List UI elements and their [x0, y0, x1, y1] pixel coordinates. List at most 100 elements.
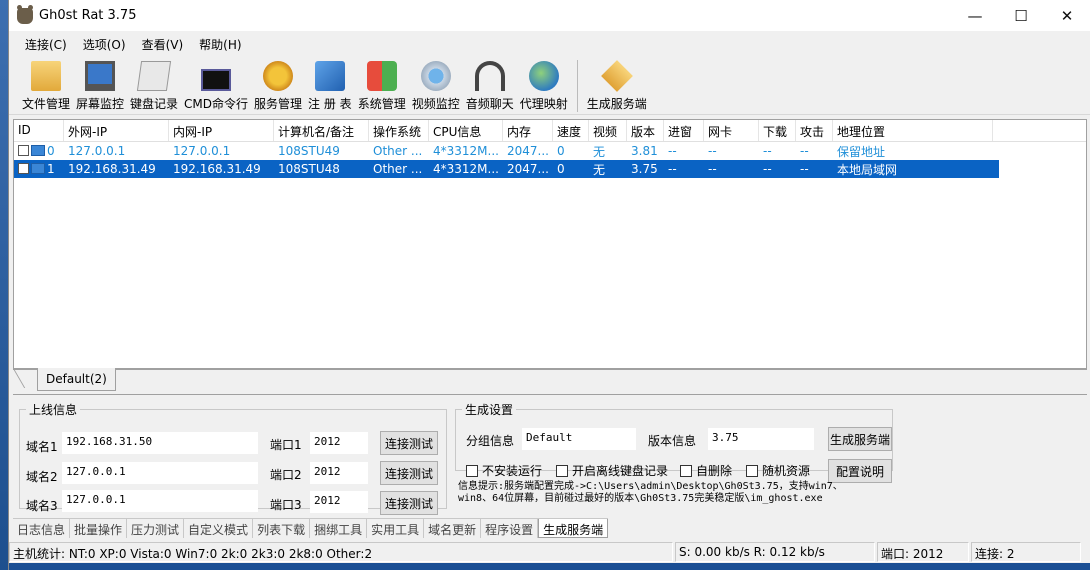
computer-icon	[31, 145, 45, 156]
port2-label: 端口2	[270, 468, 302, 482]
random-resource-checkbox[interactable]: 随机资源	[746, 462, 810, 479]
host-list[interactable]: ID 外网-IP 内网-IP 计算机名/备注 操作系统 CPU信息 内存 速度 …	[13, 119, 1087, 369]
proxy-map-button[interactable]: 代理映射	[517, 57, 571, 115]
col-video[interactable]: 视频	[589, 120, 627, 141]
table-row[interactable]: 0 127.0.0.1 127.0.0.1 108STU49 Other ...…	[14, 142, 1086, 160]
status-connections: 连接: 2	[971, 542, 1081, 562]
group-info-field[interactable]: Default	[522, 428, 636, 450]
col-lan-ip[interactable]: 内网-IP	[169, 120, 274, 141]
menu-help[interactable]: 帮助(H)	[191, 33, 249, 55]
cell-cpu: 4*3312M...	[433, 162, 499, 176]
cell-lan-ip: 192.168.31.49	[173, 162, 261, 176]
tab-settings[interactable]: 程序设置	[481, 519, 539, 538]
build-settings-group: 生成设置 分组信息 Default 版本信息 3.75 生成服务端 不安装运行 …	[455, 401, 893, 483]
build-settings-legend: 生成设置	[465, 403, 514, 417]
maximize-icon[interactable]: ☐	[998, 0, 1044, 31]
version-info-label: 版本信息	[648, 434, 697, 448]
col-location[interactable]: 地理位置	[833, 120, 993, 141]
domain2-label: 域名2	[26, 470, 58, 484]
screen-monitor-button[interactable]: 屏幕监控	[73, 57, 127, 115]
generate-server-button[interactable]: 生成服务端	[828, 427, 892, 451]
cell-cpu: 4*3312M...	[433, 144, 499, 158]
tab-list-download[interactable]: 列表下载	[253, 519, 311, 538]
col-window[interactable]: 进窗	[664, 120, 704, 141]
info-line-2: win8、64位屏幕，目前碰过最好的版本\Gh0St3.75完美稳定版\im_g…	[458, 493, 823, 504]
port3-field[interactable]: 2012	[310, 491, 368, 513]
info-message: 信息提示:服务端配置完成->C:\Users\admin\Desktop\Gh0…	[458, 481, 898, 505]
system-manager-label: 系统管理	[357, 97, 406, 111]
col-attack[interactable]: 攻击	[796, 120, 833, 141]
test-connection-button-3[interactable]: 连接测试	[380, 491, 438, 515]
service-manager-button[interactable]: 服务管理	[251, 57, 305, 115]
offline-keylog-checkbox[interactable]: 开启离线键盘记录	[556, 462, 668, 479]
build-server-button[interactable]: 生成服务端	[584, 57, 650, 115]
col-os[interactable]: 操作系统	[369, 120, 429, 141]
menu-connect[interactable]: 连接(C)	[17, 33, 75, 55]
cell-location: 本地局域网	[837, 162, 898, 177]
folder-icon	[31, 61, 61, 91]
col-wan-ip[interactable]: 外网-IP	[64, 120, 169, 141]
col-hostname[interactable]: 计算机名/备注	[274, 120, 369, 141]
tab-custom[interactable]: 自定义模式	[184, 519, 254, 538]
audio-chat-label: 音频聊天	[465, 97, 514, 111]
col-cpu[interactable]: CPU信息	[429, 120, 503, 141]
keylogger-button[interactable]: 键盘记录	[127, 57, 181, 115]
tab-domain-update[interactable]: 域名更新	[424, 519, 482, 538]
cell-wan-ip: 192.168.31.49	[68, 162, 156, 176]
main-window: Gh0st Rat 3.75 — ☐ ✕ 连接(C) 选项(O) 查看(V) 帮…	[8, 0, 1090, 570]
col-version[interactable]: 版本	[627, 120, 664, 141]
col-download[interactable]: 下载	[759, 120, 796, 141]
noinstall-checkbox[interactable]: 不安装运行	[466, 462, 542, 479]
video-monitor-button[interactable]: 视频监控	[409, 57, 463, 115]
col-id[interactable]: ID	[14, 120, 64, 141]
row-checkbox[interactable]	[18, 145, 29, 156]
tab-batch[interactable]: 批量操作	[70, 519, 128, 538]
tab-log[interactable]: 日志信息	[13, 519, 71, 538]
cell-download: --	[763, 162, 772, 176]
cmd-button[interactable]: CMD命令行	[181, 57, 251, 115]
webcam-icon	[420, 61, 451, 91]
domain1-label: 域名1	[26, 440, 58, 454]
registry-button[interactable]: 注 册 表	[305, 57, 355, 115]
col-speed[interactable]: 速度	[553, 120, 589, 141]
test-connection-button-1[interactable]: 连接测试	[380, 431, 438, 455]
self-delete-checkbox[interactable]: 自删除	[680, 462, 732, 479]
service-manager-label: 服务管理	[254, 97, 303, 111]
tab-binder[interactable]: 捆绑工具	[310, 519, 368, 538]
cell-os: Other ...	[373, 162, 423, 176]
tab-tools[interactable]: 实用工具	[367, 519, 425, 538]
random-resource-label: 随机资源	[762, 464, 811, 478]
tab-build-server[interactable]: 生成服务端	[538, 519, 609, 538]
col-nic[interactable]: 网卡	[704, 120, 759, 141]
version-info-field[interactable]: 3.75	[708, 428, 814, 450]
system-manager-button[interactable]: 系统管理	[355, 57, 409, 115]
tab-stress[interactable]: 压力测试	[127, 519, 185, 538]
window-controls: — ☐ ✕	[952, 0, 1090, 31]
cell-version: 3.81	[631, 144, 658, 158]
test-connection-button-2[interactable]: 连接测试	[380, 461, 438, 485]
settings-panel: 上线信息 域名1 192.168.31.50 端口1 2012 连接测试 域名2…	[13, 394, 1087, 516]
tab-default-group[interactable]: Default(2)	[37, 368, 116, 391]
col-memory[interactable]: 内存	[503, 120, 553, 141]
title-bar: Gh0st Rat 3.75 — ☐ ✕	[9, 0, 1090, 31]
close-icon[interactable]: ✕	[1044, 0, 1090, 31]
file-manager-button[interactable]: 文件管理	[19, 57, 73, 115]
config-help-button[interactable]: 配置说明	[828, 459, 892, 483]
cell-memory: 2047...	[507, 144, 549, 158]
domain2-field[interactable]: 127.0.0.1	[62, 462, 258, 484]
cell-id: 0	[14, 144, 64, 158]
headset-icon	[474, 61, 505, 91]
table-row[interactable]: 1 192.168.31.49 192.168.31.49 108STU48 O…	[14, 160, 999, 178]
build-server-label: 生成服务端	[586, 97, 647, 111]
minimize-icon[interactable]: —	[952, 0, 998, 31]
cell-nic: --	[708, 144, 717, 158]
menu-options[interactable]: 选项(O)	[75, 33, 134, 55]
port1-field[interactable]: 2012	[310, 432, 368, 454]
file-manager-label: 文件管理	[22, 97, 71, 111]
row-checkbox[interactable]	[18, 163, 29, 174]
domain1-field[interactable]: 192.168.31.50	[62, 432, 258, 454]
menu-view[interactable]: 查看(V)	[134, 33, 192, 55]
audio-chat-button[interactable]: 音频聊天	[463, 57, 517, 115]
port2-field[interactable]: 2012	[310, 462, 368, 484]
domain3-field[interactable]: 127.0.0.1	[62, 490, 258, 512]
